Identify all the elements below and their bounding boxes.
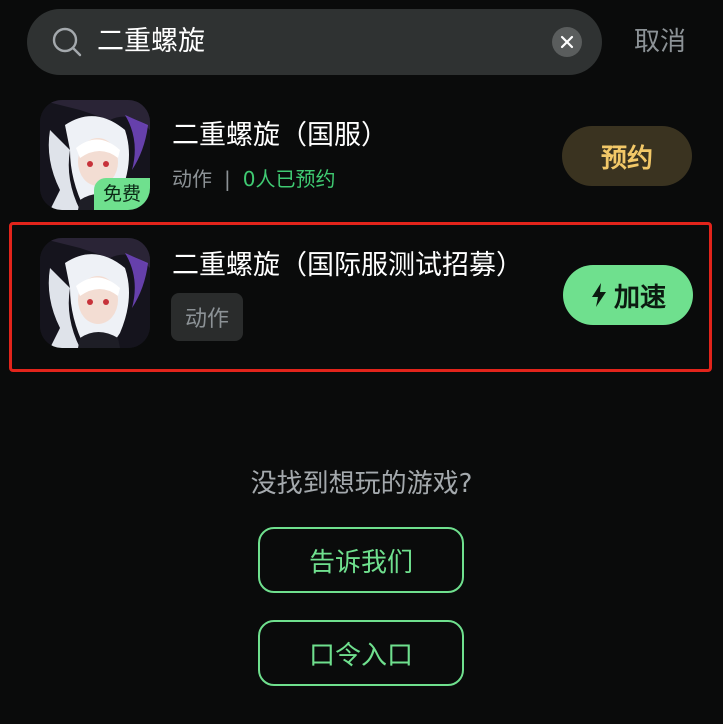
game-meta: 动作 | 0人已预约: [172, 165, 335, 193]
game-title: 二重螺旋（国际服测试招募）: [172, 250, 523, 281]
search-icon: [52, 27, 82, 57]
search-bar[interactable]: 二重螺旋: [27, 9, 602, 75]
reservation-count: 0人已预约: [242, 167, 336, 191]
reserve-button-label: 预约: [600, 143, 653, 174]
search-input[interactable]: 二重螺旋: [97, 23, 205, 61]
lightning-icon: [591, 283, 606, 307]
code-entry-button[interactable]: 口令入口: [258, 620, 464, 686]
separator: |: [224, 167, 231, 191]
close-icon: [560, 35, 574, 49]
accelerate-button-label: 加速: [613, 282, 666, 313]
clear-search-button[interactable]: [552, 27, 582, 57]
code-entry-label: 口令入口: [308, 640, 413, 671]
tell-us-label: 告诉我们: [308, 547, 413, 578]
tell-us-button[interactable]: 告诉我们: [258, 527, 464, 593]
genre-tag: 动作: [171, 293, 243, 341]
game-title: 二重螺旋（国服）: [172, 120, 388, 151]
cancel-button[interactable]: 取消: [634, 24, 686, 60]
genre-label: 动作: [172, 167, 212, 191]
game-icon[interactable]: [40, 238, 150, 348]
free-badge: 免费: [94, 178, 150, 210]
game-artwork: [40, 238, 150, 348]
reserve-button[interactable]: 预约: [562, 126, 692, 186]
not-found-prompt: 没找到想玩的游戏?: [250, 469, 473, 499]
accelerate-button[interactable]: 加速: [563, 265, 693, 325]
